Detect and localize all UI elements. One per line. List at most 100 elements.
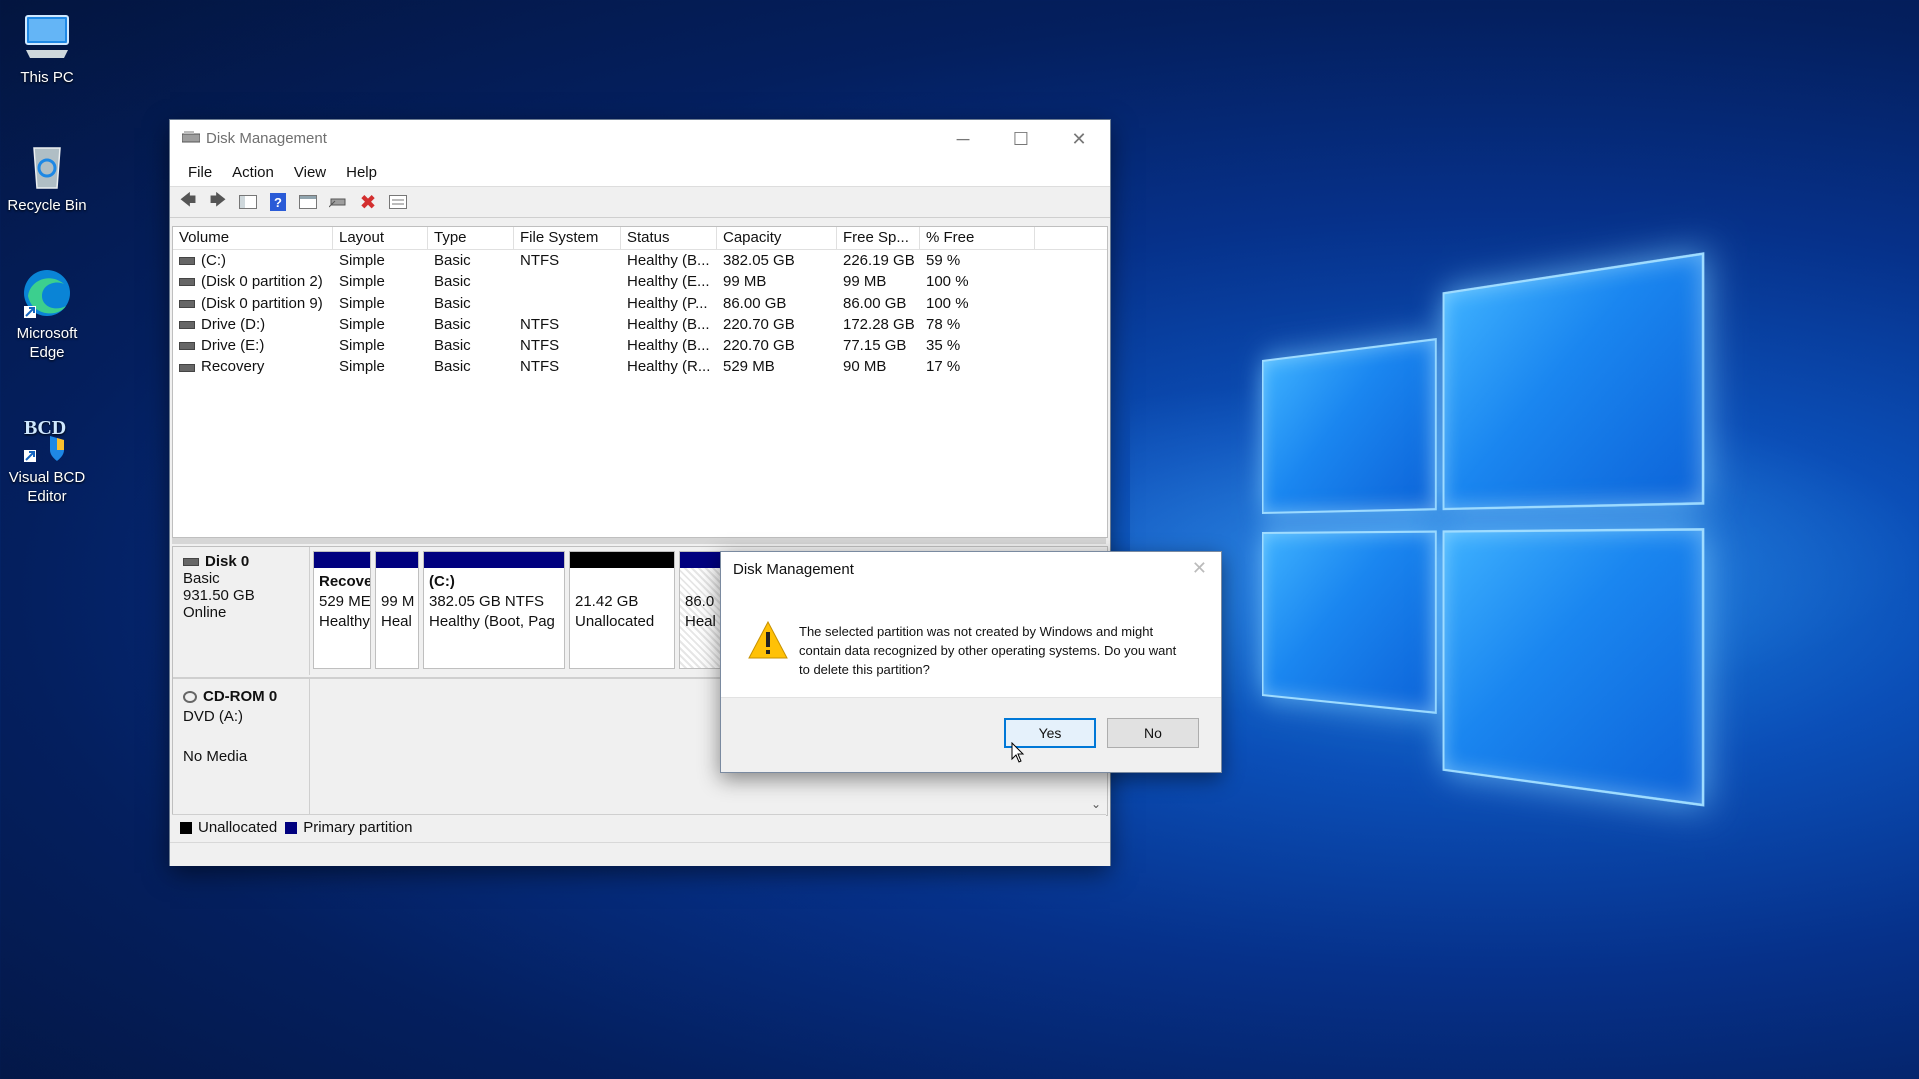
partition-line: Healthy (Boot, Pag [429,613,555,630]
cdrom-icon [183,691,197,704]
partition-line: 21.42 GB [575,593,639,610]
table-cell: 99 MB [843,273,887,291]
desktop-icon-this-pc[interactable]: This PC [2,10,92,87]
scroll-down-arrow[interactable]: ⌄ [1091,797,1101,811]
partition-block[interactable]: (C:) 382.05 GB NTFS Healthy (Boot, Pag [423,551,565,669]
col-percent-free[interactable]: % Free [920,227,1035,249]
back-button[interactable]: 🡄 [176,191,200,213]
window-view-icon [299,195,317,209]
properties-view-button[interactable] [296,191,320,213]
partition-block[interactable]: Recove 529 ME Healthy [313,551,371,669]
arrow-right-icon: 🡆 [209,191,227,209]
table-row[interactable]: (Disk 0 partition 2) Simple Basic Healthy (… [173,271,1107,292]
col-file-system[interactable]: File System [514,227,621,249]
no-button[interactable]: No [1107,718,1199,748]
col-capacity[interactable]: Capacity [717,227,837,249]
partition-line: (C:) [429,573,455,590]
table-row[interactable]: Drive (E:) Simple Basic NTFS Healthy (B... 22… [173,335,1107,356]
table-cell: Healthy (R... [627,358,711,376]
minimize-icon: ─ [956,128,970,149]
table-row[interactable]: (Disk 0 partition 9) Simple Basic Healthy (… [173,293,1107,314]
forward-button[interactable]: 🡆 [206,191,230,213]
desktop-icon-edge[interactable]: Microsoft Edge [2,266,92,362]
table-row[interactable]: (C:) Simple Basic NTFS Healthy (B... 382.05 G… [173,250,1107,271]
table-cell [514,271,621,292]
close-button[interactable]: ✕ [1050,120,1108,158]
volume-name: (Disk 0 partition 9) [201,294,323,312]
maximize-button[interactable]: ☐ [992,120,1050,158]
col-volume[interactable]: Volume [173,227,333,249]
close-icon: ✕ [1071,128,1087,149]
properties-button[interactable] [386,191,410,213]
table-cell: 226.19 GB [843,252,915,269]
table-cell: 100 % [926,294,969,312]
table-cell: Simple [339,337,385,355]
desktop-icon-visual-bcd-editor[interactable]: BCD Visual BCD Editor [2,410,92,506]
volume-icon [179,342,195,351]
partition-line [381,572,413,592]
table-cell: 220.70 GB [723,337,795,355]
disk-icon [183,558,199,567]
partition-block[interactable]: 21.42 GB Unallocated [569,551,675,669]
table-cell: 78 % [926,315,961,333]
table-cell: Healthy (P... [627,294,708,312]
menu-file[interactable]: File [178,164,222,181]
partition-line: Healthy [319,613,370,630]
table-cell: (Disk 0 partition 9) [173,293,333,314]
table-row[interactable]: Recovery Simple Basic NTFS Healthy (R... 529 … [173,356,1107,377]
legend-primary: Primary partition [303,819,413,836]
table-cell: Drive (E:) [173,335,333,356]
table-cell: Simple [339,273,385,291]
volume-icon [179,278,195,287]
title-bar[interactable]: Disk Management ─ ☐ ✕ [170,120,1110,158]
col-layout[interactable]: Layout [333,227,428,249]
partition-block[interactable]: 99 M Heal [375,551,419,669]
volume-name: Drive (D:) [201,315,266,333]
warning-icon [747,620,789,660]
table-cell: NTFS [520,358,560,376]
table-cell: Basic [434,358,471,376]
table-cell: Healthy (B... [627,252,710,269]
disk0-label[interactable]: Disk 0 Basic 931.50 GB Online [173,547,310,675]
menu-action[interactable]: Action [222,164,284,181]
volume-icon [179,363,195,372]
table-row[interactable]: Drive (D:) Simple Basic NTFS Healthy (B... 22… [173,314,1107,335]
help-icon: ? [270,193,286,211]
menu-help[interactable]: Help [336,164,387,181]
partition-line [575,572,669,592]
help-button[interactable]: ? [266,191,290,213]
partition-color-bar [376,552,418,568]
volume-icon [179,320,195,329]
unallocated-swatch [180,821,192,834]
desktop-icon-label: Microsoft Edge [16,325,78,361]
dialog-close-button[interactable]: ✕ [1192,558,1207,579]
table-cell: NTFS [520,337,560,355]
col-free-space[interactable]: Free Sp... [837,227,920,249]
dialog-title: Disk Management [733,561,854,578]
pane-splitter[interactable] [172,538,1106,544]
table-cell: Basic [434,294,471,312]
table-cell: 90 MB [843,358,887,376]
table-cell: Basic [434,273,471,291]
volume-name: Recovery [201,358,265,376]
desktop-icon-label: Recycle Bin [7,197,87,214]
cdrom0-label[interactable]: CD-ROM 0 DVD (A:) No Media [173,679,310,815]
delete-button[interactable]: ✖ [356,191,380,214]
col-status[interactable]: Status [621,227,717,249]
table-cell: 100 % [926,273,969,291]
table-cell: 77.15 GB [843,337,907,355]
connect-drive-button[interactable] [326,191,350,213]
chevron-down-icon: ⌄ [1090,797,1101,811]
show-hide-console-tree-button[interactable] [236,191,260,213]
toolbar: 🡄 🡆 ? ✖ [170,186,1110,218]
table-cell: Simple [339,252,385,269]
minimize-button[interactable]: ─ [934,120,992,158]
red-x-delete-icon: ✖ [359,191,377,214]
table-cell: Simple [339,294,385,312]
menu-view[interactable]: View [284,164,336,181]
col-type[interactable]: Type [428,227,514,249]
partition-color-bar [424,552,564,568]
table-cell: NTFS [520,315,560,333]
dialog-message: The selected partition was not created b… [799,624,1177,677]
desktop-icon-recycle-bin[interactable]: Recycle Bin [2,138,92,215]
